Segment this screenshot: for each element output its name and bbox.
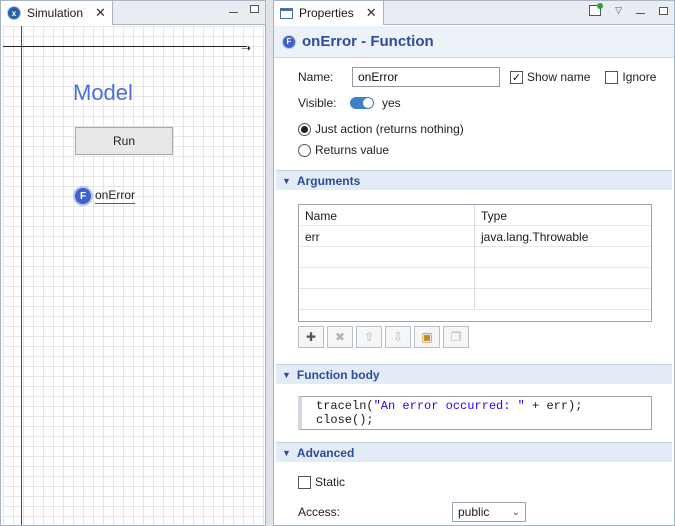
radio-returns-value[interactable]: Returns value [298,143,389,157]
close-icon[interactable]: ✕ [95,5,106,21]
properties-tabbar: Properties ✕ ▽ [274,1,674,25]
code-line-2: close(); [316,413,374,427]
static-checkbox[interactable] [298,475,311,489]
frame-vertical-axis [21,26,22,525]
column-header-name: Name [299,205,475,225]
view-menu-icon[interactable]: ▽ [615,5,622,16]
radio-returns-value-button[interactable] [298,143,311,157]
section-advanced-label: Advanced [296,445,355,460]
access-value: public [458,505,490,519]
access-label: Access: [298,505,341,519]
tab-properties[interactable]: Properties ✕ [274,1,384,25]
radio-just-action-button[interactable] [298,122,311,136]
ignore-label: Ignore [622,70,657,84]
table-row[interactable] [299,268,651,289]
function-body-editor[interactable]: traceln("An error occurred: " + err); cl… [298,396,652,430]
simulation-panel: x Simulation ✕ ➝ Model Run F onError [0,0,266,526]
table-row[interactable] [299,247,651,268]
column-header-type: Type [481,209,508,223]
name-label: Name: [298,70,334,84]
frame-horizontal-axis [3,46,247,47]
maximize-icon[interactable] [659,6,668,15]
paste-icon[interactable]: ▣ [414,326,440,348]
properties-title: onError - Function [302,33,434,50]
properties-panel: Properties ✕ ▽ F onError - Function Name… [273,0,675,526]
function-icon: F [282,34,296,49]
remove-icon[interactable]: ✖ [327,326,353,348]
tab-simulation[interactable]: x Simulation ✕ [1,1,113,25]
collapse-triangle-icon: ▼ [282,175,291,186]
table-row[interactable] [299,289,651,310]
arguments-table[interactable]: Name Type err java.lang.Throwable [298,204,652,322]
pin-icon[interactable] [589,3,604,16]
visible-label: Visible: [298,96,337,110]
code-string: "An error occurred: " [373,399,525,413]
radio-returns-value-label: Returns value [315,143,390,157]
collapse-triangle-icon: ▼ [282,447,291,458]
section-function-body-label: Function body [296,367,380,382]
model-title: Model [73,80,133,105]
maximize-icon[interactable] [250,5,259,13]
move-down-icon[interactable]: ⇩ [385,326,411,348]
code-call: traceln( [316,399,374,413]
section-advanced[interactable]: ▼ Advanced [276,442,672,462]
ignore-checkbox[interactable] [605,70,619,84]
simulation-tabbar: x Simulation ✕ [1,1,265,25]
section-arguments-label: Arguments [296,173,361,188]
tab-simulation-label: Simulation [27,6,84,20]
properties-icon [280,7,293,19]
code-tail: + err); [524,399,583,413]
section-function-body[interactable]: ▼ Function body [276,364,672,384]
function-onerror[interactable]: F onError [73,186,136,206]
radio-just-action-label: Just action (returns nothing) [315,122,464,136]
chevron-down-icon: ⌄ [511,506,520,518]
name-input[interactable]: onError [352,67,500,87]
minimize-icon[interactable] [636,12,645,14]
simulation-icon: x [7,6,21,20]
arguments-toolbar: ✚ ✖ ⇧ ⇩ ▣ ❐ [298,326,469,348]
access-select[interactable]: public ⌄ [452,502,526,522]
section-arguments[interactable]: ▼ Arguments [276,170,672,190]
close-icon[interactable]: ✕ [366,5,377,21]
cell-name[interactable]: err [299,226,475,246]
show-name-label: Show name [527,70,591,84]
function-icon: F [73,186,93,206]
axis-arrow-icon: ➝ [241,41,252,55]
table-row[interactable]: err java.lang.Throwable [299,226,651,247]
collapse-triangle-icon: ▼ [282,369,291,380]
add-icon[interactable]: ✚ [298,326,324,348]
static-label: Static [315,475,346,489]
move-up-icon[interactable]: ⇧ [356,326,382,348]
function-label: onError [95,188,136,204]
radio-just-action[interactable]: Just action (returns nothing) [298,122,464,136]
properties-header: F onError - Function [274,26,674,58]
run-button[interactable]: Run [75,127,173,155]
show-name-checkbox[interactable]: ✓ [510,70,523,84]
tab-properties-label: Properties [299,6,354,20]
minimize-icon[interactable] [229,11,238,13]
cell-type[interactable]: java.lang.Throwable [475,226,651,246]
model-canvas[interactable]: ➝ Model Run F onError [3,26,265,525]
visible-value: yes [382,96,401,110]
copy-icon[interactable]: ❐ [443,326,469,348]
visible-toggle[interactable] [350,97,374,109]
table-header: Name Type [299,205,651,226]
